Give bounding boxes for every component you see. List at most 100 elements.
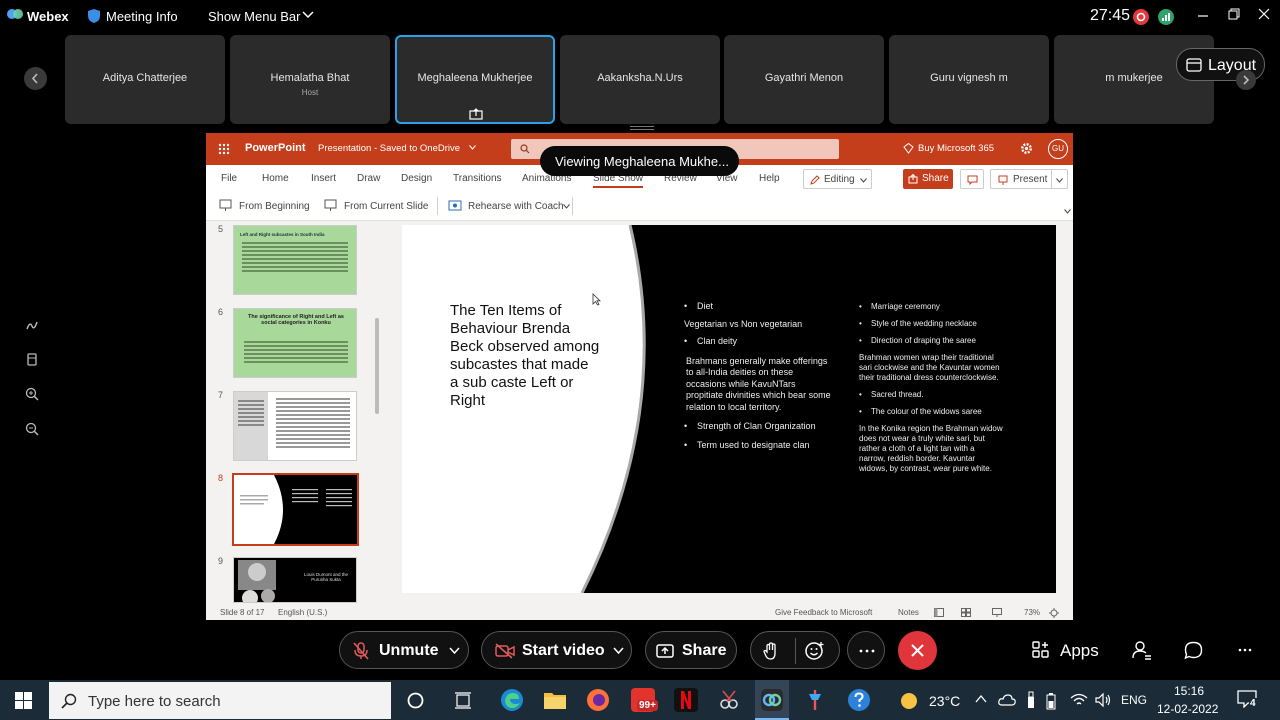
meeting-info-button[interactable]: Meeting Info bbox=[106, 9, 178, 24]
slide-sorter-icon[interactable] bbox=[961, 608, 971, 617]
slide-left-column: • Diet Vegetarian vs Non vegetarian • Clan… bbox=[684, 301, 834, 451]
zoom-out-icon[interactable] bbox=[25, 422, 39, 436]
resize-handle[interactable] bbox=[630, 126, 654, 130]
shared-screen-powerpoint: PowerPoint Presentation - Saved to OneDr… bbox=[206, 133, 1073, 620]
chevron-up-icon[interactable] bbox=[975, 695, 987, 703]
participant-name: Guru vignesh m bbox=[930, 72, 1008, 84]
temperature[interactable]: 23°C bbox=[929, 693, 960, 709]
chevron-down-icon[interactable] bbox=[1064, 209, 1071, 214]
tab-transitions[interactable]: Transitions bbox=[453, 173, 502, 184]
pin-app-icon[interactable] bbox=[803, 688, 827, 712]
settings-gear-icon[interactable] bbox=[1020, 142, 1033, 155]
thumbnail-scrollbar[interactable] bbox=[375, 318, 379, 414]
cloud-icon[interactable] bbox=[998, 693, 1016, 707]
scroll-right-button[interactable] bbox=[1236, 70, 1256, 90]
reactions-emoji-icon[interactable] bbox=[805, 641, 825, 661]
scroll-left-button[interactable] bbox=[24, 67, 47, 90]
chevron-down-icon[interactable] bbox=[613, 647, 624, 654]
raise-hand-icon[interactable] bbox=[763, 642, 779, 660]
slide-thumbnail-5[interactable]: Left and Right subcastes in South India bbox=[233, 225, 357, 295]
participant-tile[interactable]: Aditya Chatterjee bbox=[65, 35, 225, 124]
tab-home[interactable]: Home bbox=[262, 173, 289, 184]
firefox-icon[interactable] bbox=[586, 688, 610, 712]
notes-button[interactable]: Notes bbox=[898, 608, 919, 617]
slide-number: 7 bbox=[218, 390, 224, 400]
task-view-icon[interactable] bbox=[454, 692, 472, 709]
participant-tile[interactable]: Hemalatha Bhat Host bbox=[230, 35, 390, 124]
help-icon[interactable] bbox=[847, 688, 871, 712]
participant-tile[interactable]: Gayathri Menon bbox=[724, 35, 884, 124]
chat-icon[interactable] bbox=[1184, 641, 1203, 660]
tab-insert[interactable]: Insert bbox=[311, 173, 336, 184]
tab-design[interactable]: Design bbox=[401, 173, 432, 184]
chevron-down-icon[interactable] bbox=[302, 11, 314, 19]
participant-tile-active-speaker[interactable]: Meghaleena Mukherjee bbox=[395, 35, 555, 124]
avatar[interactable]: GU bbox=[1048, 139, 1068, 159]
zoom-in-icon[interactable] bbox=[25, 387, 39, 401]
tab-draw[interactable]: Draw bbox=[357, 173, 380, 184]
unmute-label: Unmute bbox=[379, 642, 439, 659]
close-icon[interactable] bbox=[1258, 8, 1270, 20]
present-button[interactable]: Present bbox=[990, 169, 1068, 189]
chevron-down-icon[interactable] bbox=[469, 145, 476, 150]
more-dots-icon[interactable] bbox=[1238, 648, 1252, 652]
unmute-button[interactable]: Unmute bbox=[339, 631, 469, 669]
taskbar-search-box[interactable]: Type here to search bbox=[49, 682, 391, 719]
more-options-button[interactable] bbox=[847, 631, 885, 669]
slide-thumbnail-9[interactable]: Louis Dumont and the Purusha Sukta bbox=[233, 557, 357, 603]
buy-microsoft-365-link[interactable]: Buy Microsoft 365 bbox=[918, 143, 994, 154]
usb-device-icon[interactable] bbox=[1026, 691, 1036, 709]
annotate-pen-icon[interactable] bbox=[25, 318, 39, 332]
wifi-icon[interactable] bbox=[1070, 693, 1088, 707]
input-language[interactable]: ENG bbox=[1121, 693, 1147, 707]
restore-icon[interactable] bbox=[1228, 8, 1240, 20]
cortana-icon[interactable] bbox=[407, 692, 424, 709]
slide-thumbnail-8-selected[interactable] bbox=[232, 473, 359, 546]
battery-icon[interactable] bbox=[1046, 692, 1056, 710]
from-beginning-button[interactable]: From Beginning bbox=[239, 201, 310, 212]
apps-icon[interactable] bbox=[1032, 641, 1050, 659]
app-launcher-icon[interactable] bbox=[218, 143, 230, 155]
share-content-button[interactable]: Share bbox=[645, 631, 737, 669]
doc-name[interactable]: Presentation - Saved to OneDrive bbox=[318, 143, 460, 154]
feedback-link[interactable]: Give Feedback to Microsoft bbox=[775, 608, 872, 617]
participant-tile[interactable]: Aakanksha.N.Urs bbox=[560, 35, 720, 124]
participant-tile[interactable]: Guru vignesh m bbox=[889, 35, 1049, 124]
netflix-icon[interactable] bbox=[674, 688, 698, 712]
tab-help[interactable]: Help bbox=[759, 173, 780, 184]
minimize-icon[interactable] bbox=[1197, 10, 1209, 22]
comments-button[interactable] bbox=[960, 169, 984, 189]
show-menu-bar-button[interactable]: Show Menu Bar bbox=[208, 9, 301, 24]
normal-view-icon[interactable] bbox=[934, 608, 944, 617]
chevron-down-icon[interactable] bbox=[563, 204, 570, 209]
start-video-button[interactable]: Start video bbox=[481, 631, 632, 669]
leave-meeting-button[interactable] bbox=[898, 631, 937, 670]
from-current-slide-button[interactable]: From Current Slide bbox=[344, 201, 428, 212]
clock-date[interactable]: 12-02-2022 bbox=[1157, 702, 1218, 716]
webex-taskbar-button[interactable] bbox=[755, 680, 789, 720]
slide-thumbnail-6[interactable]: The significance of Right and Left as so… bbox=[233, 308, 357, 378]
language-status[interactable]: English (U.S.) bbox=[278, 608, 327, 617]
volume-icon[interactable] bbox=[1095, 693, 1113, 707]
clock-time[interactable]: 15:16 bbox=[1174, 684, 1204, 698]
editing-mode-button[interactable]: Editing bbox=[803, 169, 872, 189]
eraser-icon[interactable] bbox=[25, 352, 39, 366]
slide-canvas[interactable]: The Ten Items of Behaviour Brenda Beck o… bbox=[402, 225, 1056, 593]
file-explorer-icon[interactable] bbox=[543, 688, 567, 712]
slideshow-view-icon[interactable] bbox=[992, 608, 1002, 617]
slide-thumbnail-7[interactable] bbox=[233, 391, 357, 461]
edge-icon[interactable] bbox=[500, 688, 524, 712]
office-app-icon[interactable]: 99+ bbox=[631, 688, 658, 712]
rehearse-with-coach-button[interactable]: Rehearse with Coach bbox=[468, 201, 564, 212]
windows-start-icon[interactable] bbox=[15, 692, 32, 709]
tab-file[interactable]: File bbox=[221, 173, 237, 184]
network-icon[interactable] bbox=[1158, 9, 1174, 25]
zoom-level[interactable]: 73% bbox=[1024, 608, 1040, 617]
participants-icon[interactable] bbox=[1132, 640, 1152, 660]
share-button[interactable]: Share bbox=[903, 169, 953, 189]
chevron-down-icon[interactable] bbox=[449, 647, 460, 654]
ribbon-commands: From Beginning From Current Slide Rehear… bbox=[206, 193, 1073, 221]
apps-button[interactable]: Apps bbox=[1060, 641, 1099, 661]
snipping-tool-icon[interactable] bbox=[717, 688, 741, 712]
fit-to-window-icon[interactable] bbox=[1049, 608, 1059, 618]
